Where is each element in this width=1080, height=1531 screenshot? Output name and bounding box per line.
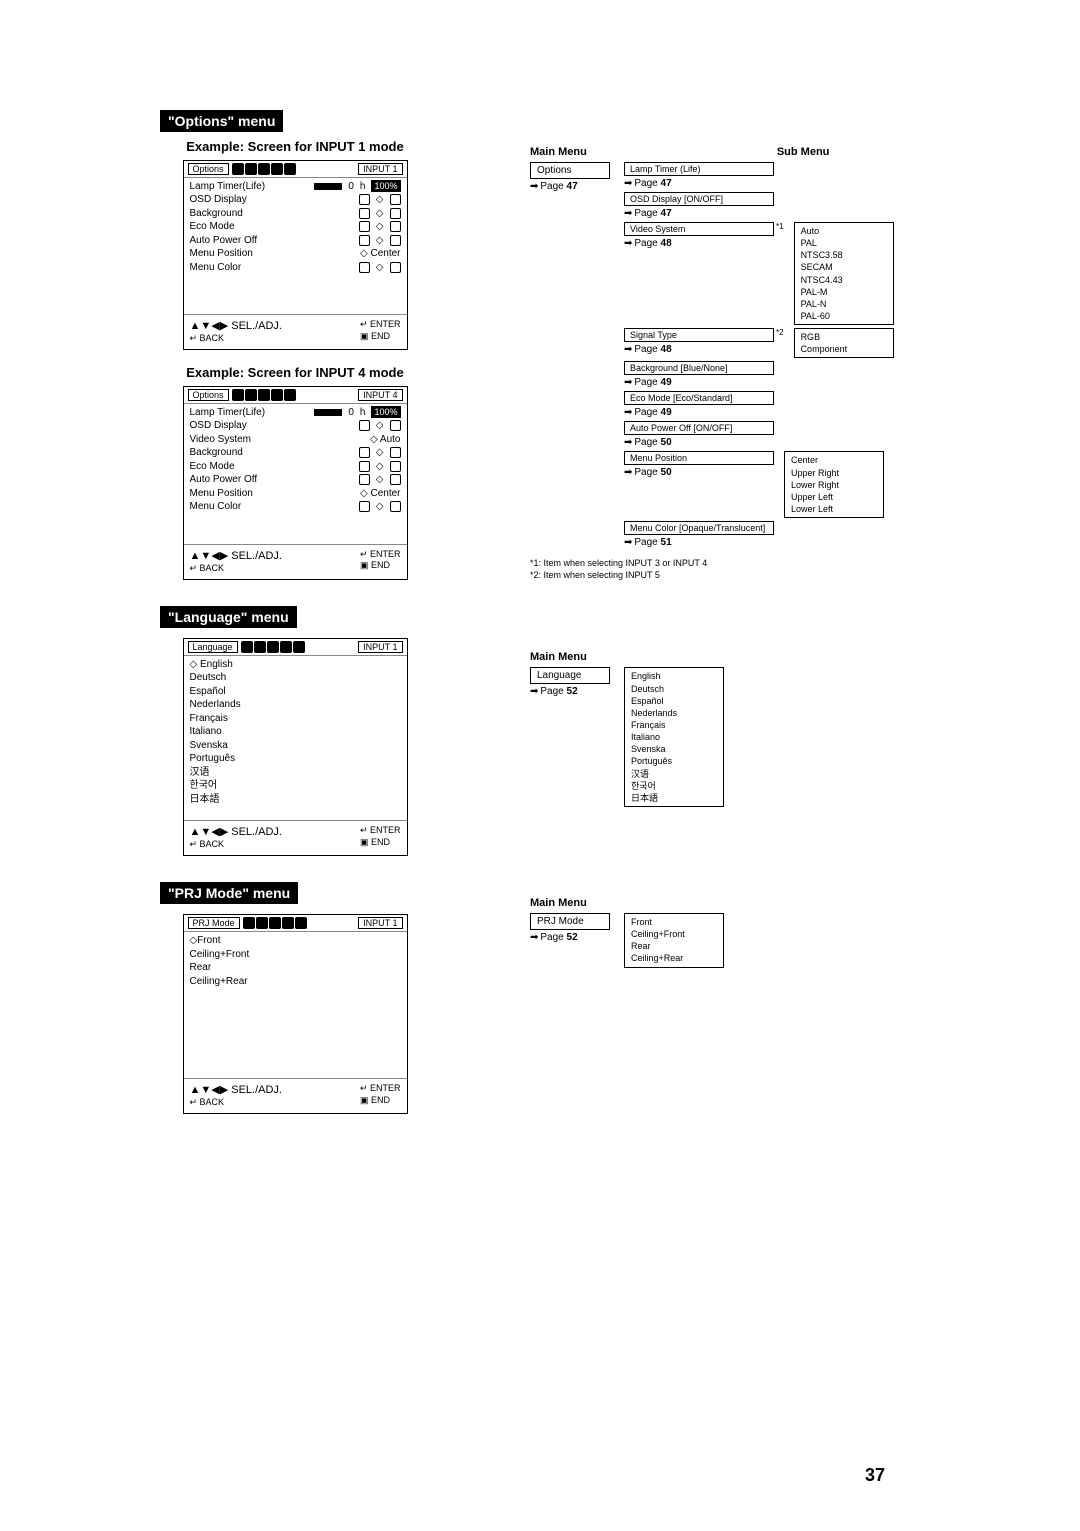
- osd4-input-badge: INPUT 4: [358, 389, 402, 401]
- osd-tab-icons: [241, 641, 305, 653]
- tree-sub-options: AutoPALNTSC3.58SECAMNTSC4.43PAL-MPAL-NPA…: [794, 222, 894, 325]
- osd-row: Eco Mode◇: [190, 220, 401, 234]
- osd-row: 한국어: [190, 779, 401, 793]
- osd-row: OSD Display◇: [190, 419, 401, 433]
- tree-item: Auto Power Off [ON/OFF]Page 50: [624, 421, 894, 448]
- osd-row: 汉语: [190, 766, 401, 780]
- osd-footer: ▲▼◀▶ SEL./ADJ.↵ BACK ↵ ENTER▣ END: [184, 1079, 407, 1113]
- osd-row: Ceiling+Rear: [190, 975, 401, 989]
- osd-row: Menu Color◇: [190, 500, 401, 514]
- osd-row: Svenska: [190, 739, 401, 753]
- tree-item: Menu PositionPage 50CenterUpper RightLow…: [624, 451, 894, 518]
- tree-sub-options: RGBComponent: [794, 328, 894, 358]
- osd-language-box: Language INPUT 1 ◇ EnglishDeutschEspañol…: [183, 638, 408, 856]
- tree-main-box: Options: [530, 162, 610, 179]
- osd-footer: ▲▼◀▶ SEL./ADJ.↵ BACK ↵ ENTER▣ END: [184, 545, 407, 579]
- osd-row: Português: [190, 752, 401, 766]
- osd-row: Italiano: [190, 725, 401, 739]
- main-menu-title: Main Menu: [530, 897, 930, 909]
- tree-item: Video SystemPage 48*1AutoPALNTSC3.58SECA…: [624, 222, 894, 325]
- osd-row: Auto Power Off◇: [190, 234, 401, 248]
- osd-tab-icons: [232, 389, 296, 401]
- osd-row: Menu Position◇ Center: [190, 487, 401, 501]
- osd-row: Español: [190, 685, 401, 699]
- tree-item: Menu Color [Opaque/Translucent]Page 51: [624, 521, 894, 548]
- prj-tab: PRJ Mode: [188, 917, 240, 929]
- osd4-tab: Options: [188, 389, 229, 401]
- options-tree-block: Main Menu Sub Menu Options Page 47 Lamp …: [530, 146, 930, 581]
- osd-row: Menu Color◇: [190, 261, 401, 275]
- page-content: "Options" menu Example: Screen for INPUT…: [160, 110, 990, 1128]
- page-ref: Page 52: [530, 932, 610, 943]
- main-menu-title: Main Menu: [530, 146, 587, 158]
- tree-sub-options: CenterUpper RightLower RightUpper LeftLo…: [784, 451, 884, 518]
- osd-input4-box: Options INPUT 4 Lamp Timer(Life)0h100%OS…: [183, 386, 408, 580]
- tree-item: OSD Display [ON/OFF]Page 47: [624, 192, 894, 219]
- osd-row: Ceiling+Front: [190, 948, 401, 962]
- osd-row: Video System◇ Auto: [190, 433, 401, 447]
- osd-row: Nederlands: [190, 698, 401, 712]
- tree-item: Lamp Timer (Life)Page 47: [624, 162, 894, 189]
- osd-prj-box: PRJ Mode INPUT 1 ◇FrontCeiling+FrontRear…: [183, 914, 408, 1114]
- osd-row: Lamp Timer(Life)0h100%: [190, 406, 401, 420]
- tree-notes: *1: Item when selecting INPUT 3 or INPUT…: [530, 558, 930, 581]
- prj-tree-block: Main Menu PRJ Mode Page 52 FrontCeiling+…: [530, 897, 930, 968]
- page-ref: Page 47: [530, 181, 610, 192]
- osd-tab-icons: [232, 163, 296, 175]
- main-menu-title: Main Menu: [530, 651, 930, 663]
- osd-row: Rear: [190, 961, 401, 975]
- osd-row: Background◇: [190, 446, 401, 460]
- osd-row: Auto Power Off◇: [190, 473, 401, 487]
- lang-input-badge: INPUT 1: [358, 641, 402, 653]
- tree-main-box: PRJ Mode: [530, 913, 610, 930]
- sub-menu-title: Sub Menu: [777, 146, 830, 158]
- osd-row: 日本語: [190, 793, 401, 807]
- tree-item: Signal TypePage 48*2RGBComponent: [624, 328, 894, 358]
- osd-row: Deutsch: [190, 671, 401, 685]
- prj-input-badge: INPUT 1: [358, 917, 402, 929]
- osd-row: ◇ English: [190, 658, 401, 672]
- example4-title: Example: Screen for INPUT 4 mode: [160, 364, 430, 382]
- language-tree-block: Main Menu Language Page 52 EnglishDeutsc…: [530, 651, 930, 807]
- language-menu-header: "Language" menu: [160, 606, 297, 628]
- options-menu-header: "Options" menu: [160, 110, 283, 132]
- tree-main-box: Language: [530, 667, 610, 684]
- tree-item: Eco Mode [Eco/Standard]Page 49: [624, 391, 894, 418]
- osd-row: ◇Front: [190, 934, 401, 948]
- lang-tab: Language: [188, 641, 238, 653]
- osd-row: Background◇: [190, 207, 401, 221]
- osd-row: Menu Position◇ Center: [190, 247, 401, 261]
- right-column: Main Menu Sub Menu Options Page 47 Lamp …: [530, 110, 930, 1128]
- osd-row: Eco Mode◇: [190, 460, 401, 474]
- osd-row: OSD Display◇: [190, 193, 401, 207]
- osd-footer: ▲▼◀▶ SEL./ADJ.↵ BACK ↵ ENTER▣ END: [184, 821, 407, 855]
- osd-row: Lamp Timer(Life)0h100%: [190, 180, 401, 194]
- osd1-input-badge: INPUT 1: [358, 163, 402, 175]
- osd1-tab: Options: [188, 163, 229, 175]
- osd-tab-icons: [243, 917, 307, 929]
- osd-row: Français: [190, 712, 401, 726]
- language-options: EnglishDeutschEspañolNederlandsFrançaisI…: [624, 667, 724, 807]
- page-number: 37: [865, 1465, 885, 1486]
- prj-menu-header: "PRJ Mode" menu: [160, 882, 298, 904]
- prj-options: FrontCeiling+FrontRearCeiling+Rear: [624, 913, 724, 968]
- osd-input1-box: Options INPUT 1 Lamp Timer(Life)0h100%OS…: [183, 160, 408, 350]
- osd-footer: ▲▼◀▶ SEL./ADJ.↵ BACK ↵ ENTER▣ END: [184, 315, 407, 349]
- left-column: "Options" menu Example: Screen for INPUT…: [160, 110, 430, 1128]
- example1-title: Example: Screen for INPUT 1 mode: [160, 138, 430, 156]
- tree-item: Background [Blue/None]Page 49: [624, 361, 894, 388]
- page-ref: Page 52: [530, 686, 610, 697]
